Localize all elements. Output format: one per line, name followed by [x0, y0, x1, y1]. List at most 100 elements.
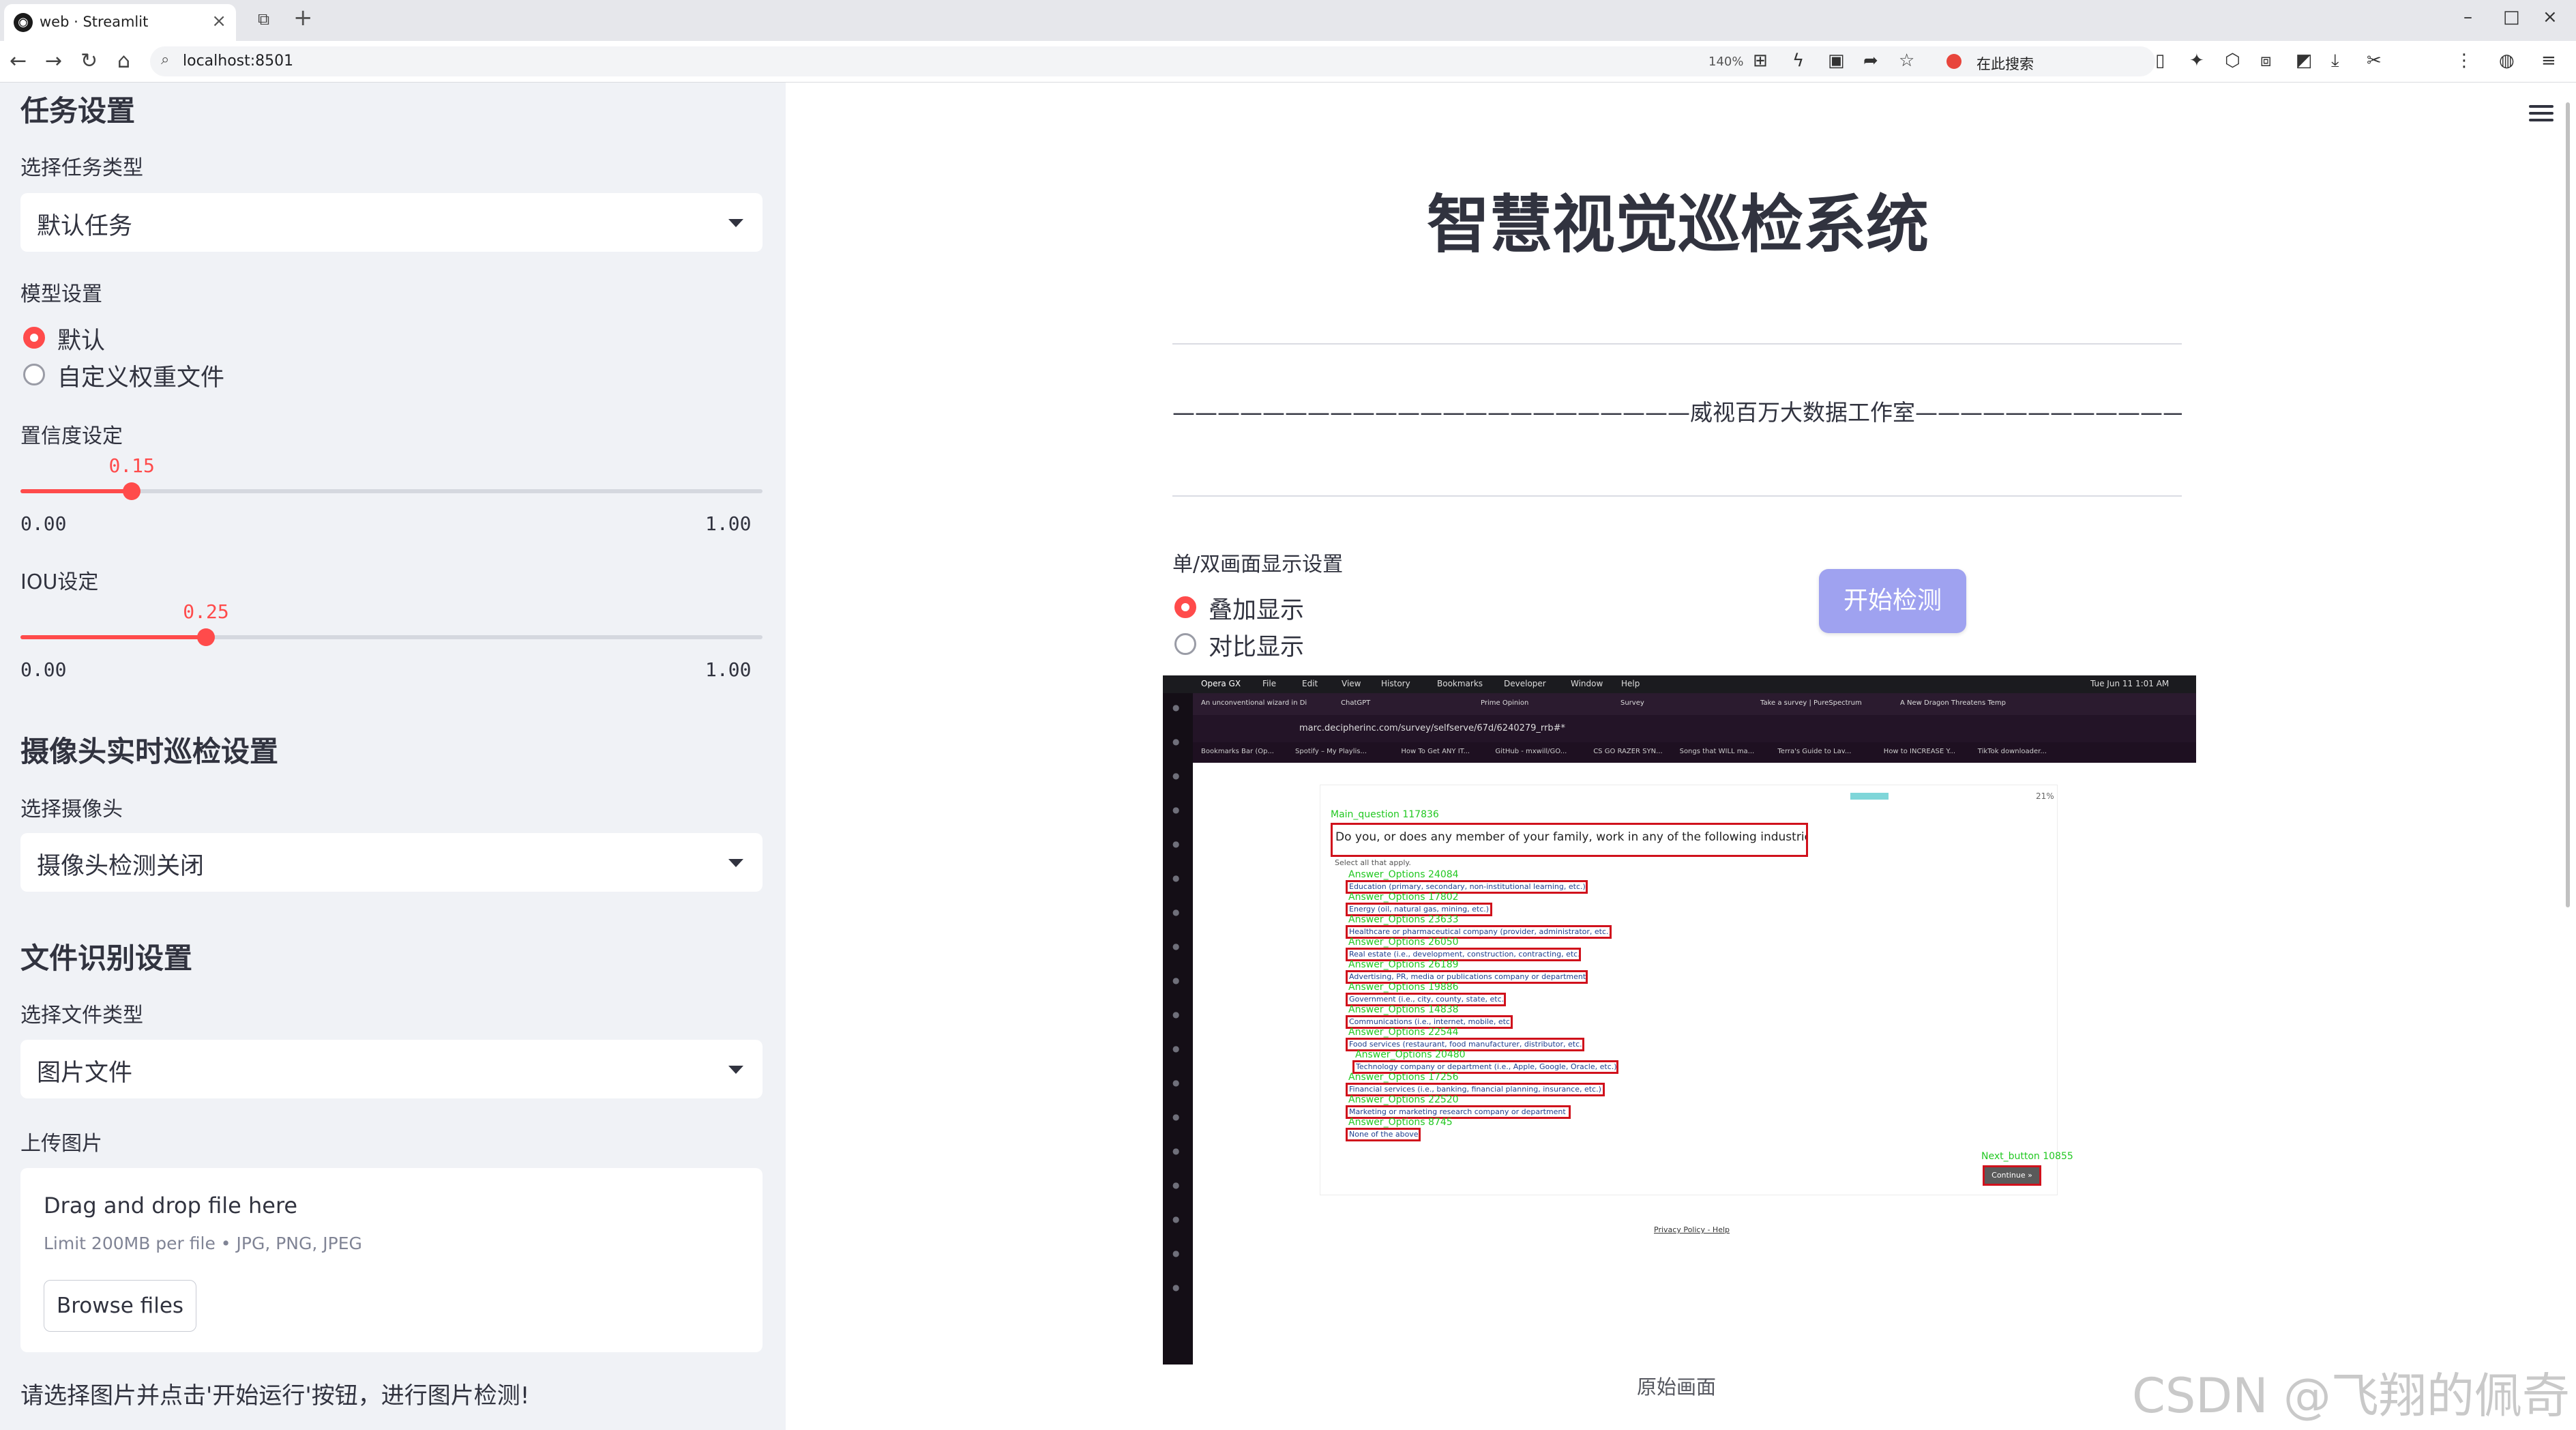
home-icon[interactable]: ⌂ [117, 49, 130, 73]
share-icon[interactable]: ➦ [1863, 50, 1878, 71]
shot-menu-item: Developer [1504, 679, 1546, 688]
shot-dock-icon: ● [1172, 942, 1180, 951]
detection-label-option: Answer_Options 23633 [1348, 914, 1459, 925]
shot-menu-item: Bookmarks [1437, 679, 1483, 688]
tab-close-icon[interactable]: × [211, 11, 226, 31]
shot-dock-icon: ● [1172, 839, 1180, 849]
address-bar: ← → ↻ ⌂ ⌕ localhost:8501 140% ⊞ ϟ ▣ ➦ ☆ … [0, 41, 2576, 83]
conf-slider[interactable] [20, 482, 763, 500]
shot-tab: ChatGPT [1341, 699, 1371, 707]
page-title: 智慧视觉巡检系统 [1426, 188, 1929, 261]
model-radio-default[interactable] [23, 327, 45, 349]
back-icon[interactable]: ← [10, 49, 27, 73]
detection-box-option: None of the above [1346, 1128, 1421, 1141]
file-dropzone[interactable]: Drag and drop file here Limit 200MB per … [20, 1168, 763, 1352]
profile-avatar-icon[interactable]: ◍ [2499, 50, 2515, 71]
shot-dock-icon: ● [1172, 1044, 1180, 1053]
browser-tab[interactable]: ◉ web · Streamlit × [4, 4, 236, 41]
new-tab-icon[interactable]: + [293, 4, 313, 31]
forward-icon[interactable]: → [45, 49, 62, 73]
window-close-icon[interactable]: × [2543, 7, 2558, 27]
tab-grid-icon[interactable]: ⧉ [258, 10, 269, 29]
camera-select[interactable]: 摄像头检测关闭 [20, 833, 763, 892]
display-radio-compare[interactable] [1174, 633, 1196, 655]
lightning-icon[interactable]: ϟ [1792, 50, 1804, 71]
ai-icon[interactable]: ✦ [2189, 50, 2204, 71]
shot-dock-icon: ● [1172, 703, 1180, 712]
scrollbar[interactable] [2566, 102, 2570, 907]
shot-menu-item: History [1381, 679, 1410, 688]
conf-max: 1.00 [705, 512, 752, 535]
model-option-default: 默认 [57, 327, 106, 355]
maximize-icon[interactable]: □ [2503, 7, 2520, 27]
detection-box-continue: Continue » [1983, 1165, 2041, 1186]
file-heading: 文件识别设置 [20, 942, 193, 975]
shot-menu-item: Opera GX [1201, 679, 1241, 688]
url-field[interactable]: ⌕ localhost:8501 [150, 46, 2155, 76]
shot-dock-icon: ● [1172, 1112, 1180, 1122]
file-type-select[interactable]: 图片文件 [20, 1040, 763, 1098]
shot-bookmark: Spotify – My Playlis... [1295, 748, 1367, 755]
app-icon[interactable]: ◩ [2296, 50, 2313, 71]
shot-dock-icon: ● [1172, 1146, 1180, 1156]
display-radio-overlay[interactable] [1174, 596, 1196, 618]
puzzle-icon[interactable]: ⧈ [2260, 50, 2272, 72]
shot-bookmark: CS GO RAZER SYN... [1593, 748, 1663, 755]
zoom-level[interactable]: 140% [1708, 55, 1743, 69]
sidebar: 任务设置 选择任务类型 默认任务 模型设置 默认 自定义权重文件 置信度设定 0… [0, 83, 786, 1430]
iou-slider-thumb[interactable] [197, 628, 215, 646]
reader-icon[interactable]: ▣ [1828, 50, 1845, 71]
shot-dock-icon: ● [1172, 976, 1180, 985]
translate-icon[interactable]: ⊞ [1753, 50, 1768, 71]
detection-label-option: Answer_Options 26189 [1348, 959, 1459, 970]
shot-bookmark: How To Get ANY IT... [1401, 748, 1470, 755]
extension-icon[interactable]: ⬡ [2225, 50, 2240, 71]
shot-dock-icon: ● [1172, 1214, 1180, 1224]
detection-label-question: Main_question 117836 [1331, 809, 1439, 820]
detection-label-next: Next_button 10855 [1981, 1151, 2073, 1162]
camera-label: 选择摄像头 [20, 798, 123, 821]
iou-slider[interactable] [20, 628, 763, 646]
iou-slider-value: 0.25 [183, 600, 229, 623]
display-option-compare: 对比显示 [1209, 634, 1305, 661]
task-type-select[interactable]: 默认任务 [20, 193, 763, 252]
shot-tab: Survey [1620, 699, 1644, 707]
detection-result-image: marc.decipherinc.com/survey/selfserve/67… [1163, 675, 2196, 1365]
star-icon[interactable]: ☆ [1899, 50, 1914, 71]
display-option-overlay: 叠加显示 [1209, 597, 1305, 624]
hamburger-menu-icon[interactable] [2529, 105, 2553, 121]
phone-icon[interactable]: ▯ [2155, 50, 2165, 71]
screenshot-icon[interactable]: ✂ [2367, 50, 2382, 71]
chevron-down-icon [728, 1066, 743, 1074]
reload-icon[interactable]: ↻ [80, 49, 98, 73]
shot-dock-icon: ● [1172, 1283, 1180, 1292]
task-type-value: 默认任务 [37, 213, 133, 240]
shot-menu-item: View [1342, 679, 1361, 688]
search-engine-icon [1946, 54, 1961, 69]
search-icon: ⌕ [161, 51, 170, 68]
watermark: CSDN @飞翔的佩奇 [2132, 1368, 2570, 1424]
browse-files-button[interactable]: Browse files [44, 1280, 196, 1332]
minimize-icon[interactable]: – [2463, 7, 2472, 27]
model-radio-custom[interactable] [23, 364, 45, 385]
shot-menu-item: File [1262, 679, 1277, 688]
browser-search-field[interactable]: 在此搜索 [1936, 48, 2140, 75]
shot-dock-icon: ● [1172, 1078, 1180, 1088]
download-icon[interactable]: ⤓ [2331, 50, 2339, 72]
conf-slider-thumb[interactable] [123, 482, 141, 500]
browser-tab-bar: ◉ web · Streamlit × ⧉ + – □ × [0, 0, 2576, 41]
camera-value: 摄像头检测关闭 [37, 853, 205, 880]
more-icon[interactable]: ⋮ [2455, 50, 2473, 71]
shot-dock-icon: ● [1172, 1010, 1180, 1019]
detection-label-option: Answer_Options 19886 [1348, 982, 1459, 993]
start-detect-button[interactable]: 开始检测 [1819, 569, 1966, 633]
shot-footer: Privacy Policy - Help [1654, 1225, 1730, 1234]
iou-slider-fill [20, 635, 206, 639]
model-heading: 模型设置 [20, 282, 102, 306]
shot-menu-item: Edit [1302, 679, 1318, 688]
tab-title: web · Streamlit [40, 14, 149, 30]
browser-menu-icon[interactable]: ≡ [2541, 50, 2556, 71]
upload-label: 上传图片 [20, 1132, 102, 1156]
shot-progress-text: 21% [2036, 791, 2054, 801]
iou-label: IOU设定 [20, 570, 99, 594]
